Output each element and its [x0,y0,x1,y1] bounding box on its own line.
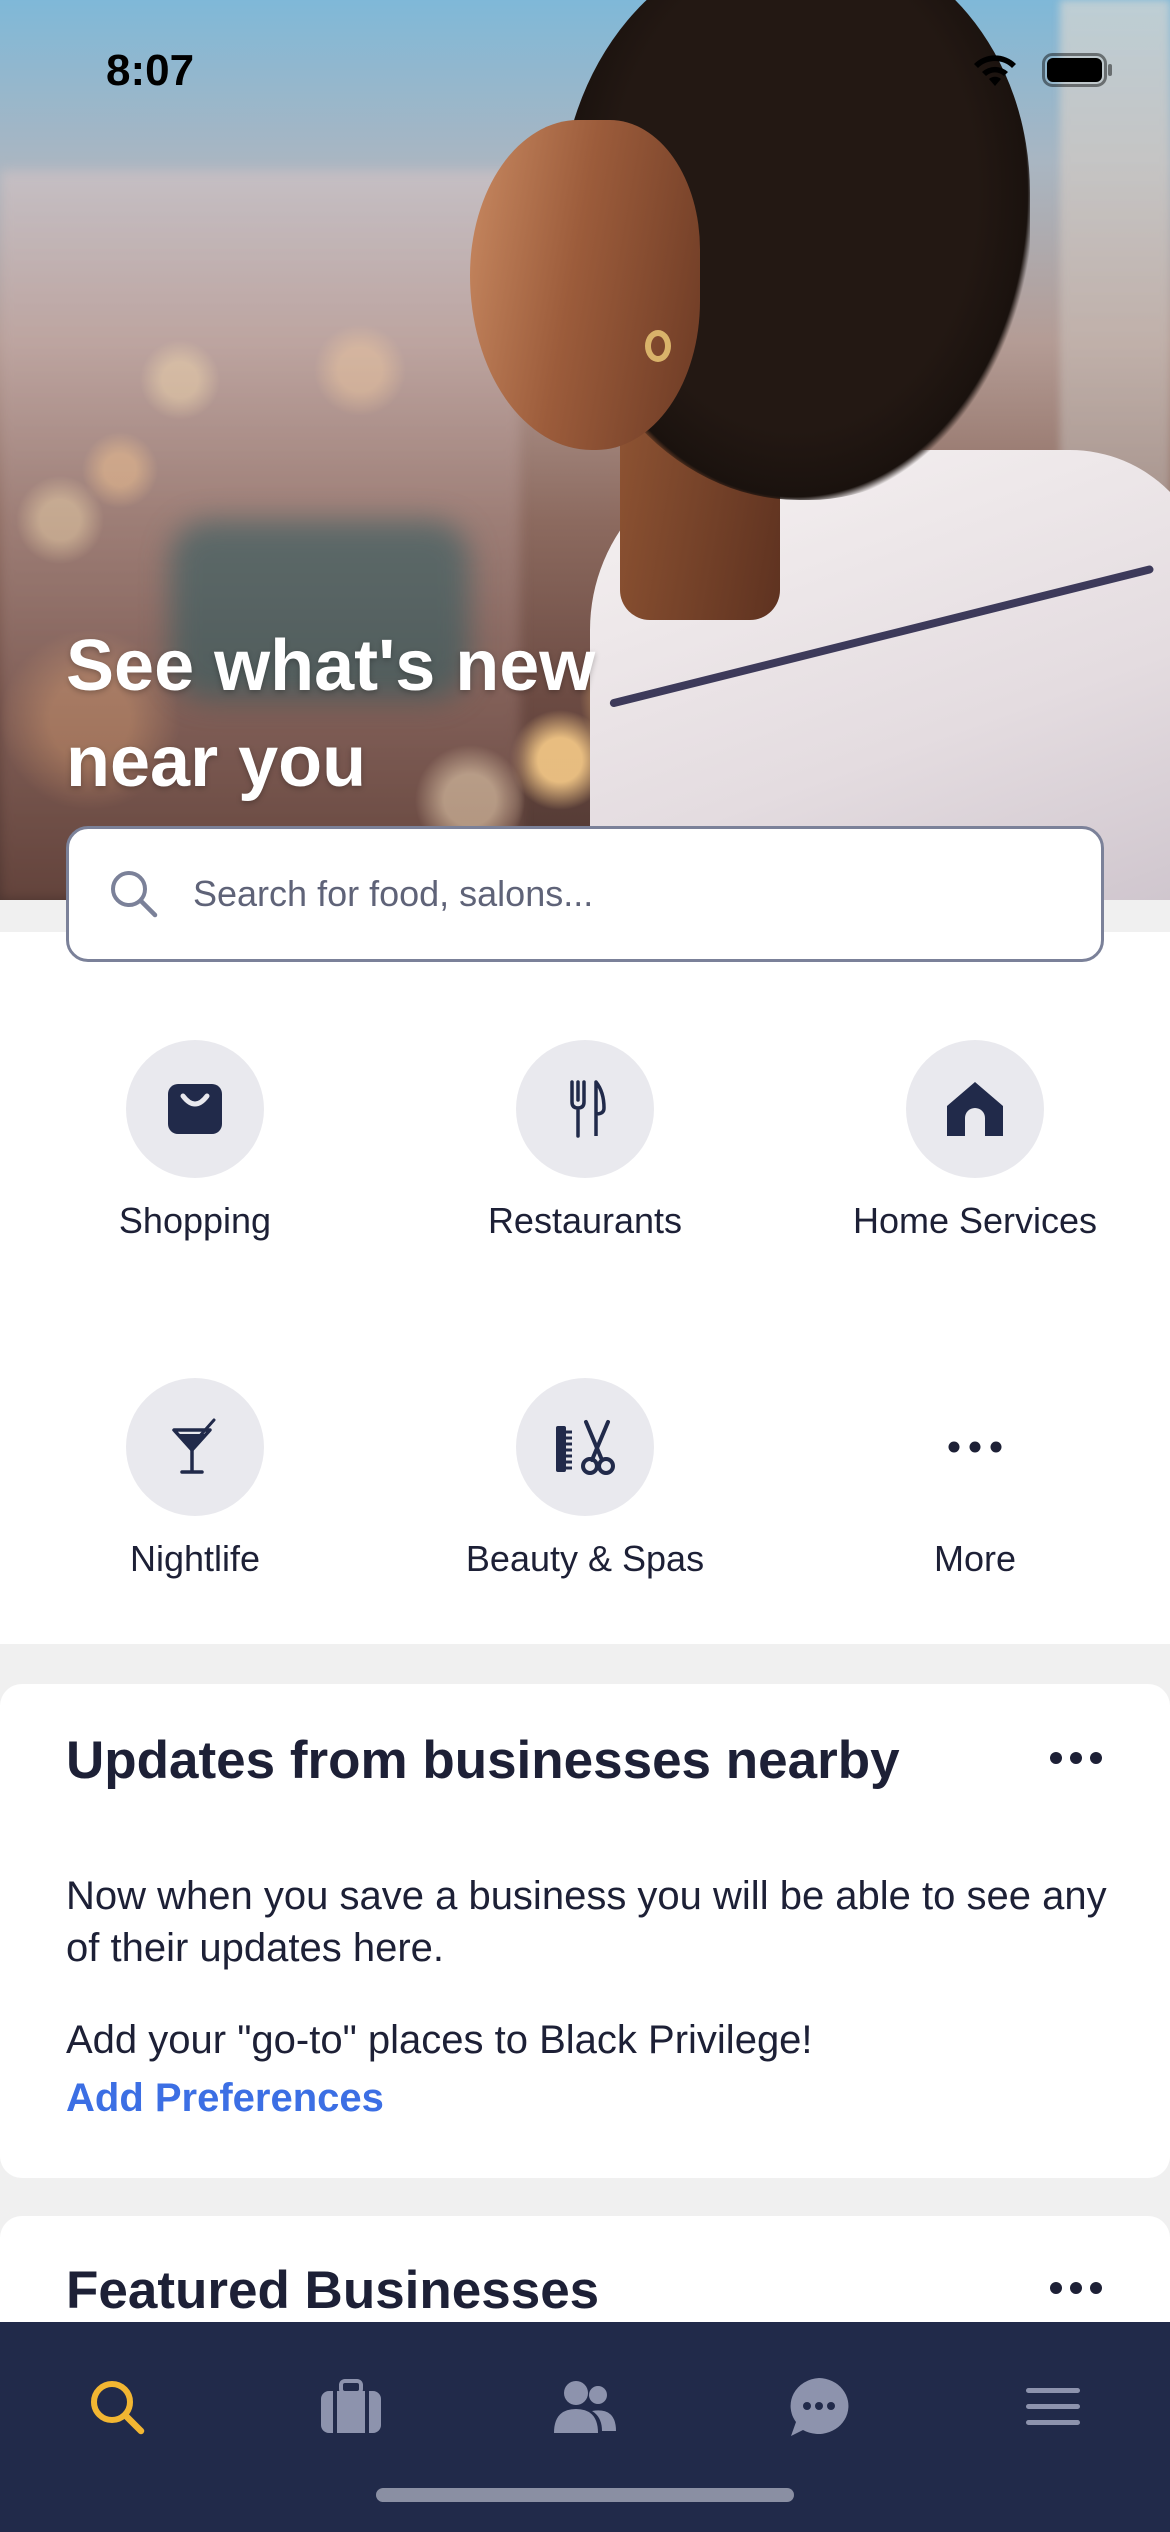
hamburger-menu-icon [1026,2388,1080,2425]
category-home-services[interactable]: Home Services [780,1040,1170,1242]
shopping-bag-icon [168,1084,222,1134]
search-icon [111,871,158,918]
category-restaurants-label: Restaurants [487,1200,683,1241]
updates-title: Updates from businesses nearby [66,1731,900,1790]
tab-menu[interactable] [936,2352,1170,2462]
updates-prompt: Add your "go-to" places to Black Privile… [66,2018,813,2062]
search-input[interactable] [193,873,1101,915]
category-beauty-spas[interactable]: Beauty & Spas [390,1378,780,1580]
hero-title-line2: near you [66,722,367,802]
hero-person-earring [645,330,671,362]
category-grid: Shopping Restaurants Home Services Night… [0,932,1170,1644]
status-bar: 8:07 [0,0,1170,150]
hero-title-line1: See what's new [66,626,596,706]
category-beauty-spas-circle [516,1378,654,1516]
search-box[interactable] [66,826,1104,962]
tab-people[interactable] [468,2352,702,2462]
fork-knife-icon [570,1080,606,1138]
battery-icon [1042,53,1112,87]
cocktail-icon [172,1418,216,1474]
briefcase-icon [321,2379,381,2433]
more-dots-icon [948,1441,1002,1453]
tab-search[interactable] [0,2352,234,2462]
featured-more-icon[interactable] [1048,2278,1104,2298]
comb-scissors-icon [556,1420,615,1475]
category-more-label: More [933,1538,1017,1579]
featured-title: Featured Businesses [66,2261,600,2320]
category-more-circle [906,1378,1044,1516]
category-restaurants-circle [516,1040,654,1178]
updates-more-icon[interactable] [1048,1748,1104,1768]
house-icon [947,1082,1003,1136]
category-home-services-label: Home Services [852,1200,1098,1241]
updates-card: Updates from businesses nearby Now when … [0,1684,1170,2178]
home-indicator [376,2488,794,2502]
search-icon [91,2381,145,2435]
category-shopping-circle [126,1040,264,1178]
category-beauty-spas-label: Beauty & Spas [465,1538,705,1579]
category-restaurants[interactable]: Restaurants [390,1040,780,1242]
hero-title: See what's new near you [66,618,706,810]
category-shopping[interactable]: Shopping [0,1040,390,1242]
wifi-icon [974,55,1016,86]
tab-briefcase[interactable] [234,2352,468,2462]
updates-description: Now when you save a business you will be… [66,1874,1107,1970]
chat-bubble-icon [790,2378,849,2436]
category-nightlife-circle [126,1378,264,1516]
add-preferences-link[interactable]: Add Preferences [66,2076,384,2121]
tab-chat[interactable] [702,2352,936,2462]
people-icon [554,2381,616,2433]
category-nightlife-label: Nightlife [129,1538,261,1579]
category-nightlife[interactable]: Nightlife [0,1378,390,1580]
category-shopping-label: Shopping [118,1200,272,1241]
category-more[interactable]: More [780,1378,1170,1580]
status-time: 8:07 [106,46,195,95]
category-home-services-circle [906,1040,1044,1178]
status-icons [970,52,1114,88]
